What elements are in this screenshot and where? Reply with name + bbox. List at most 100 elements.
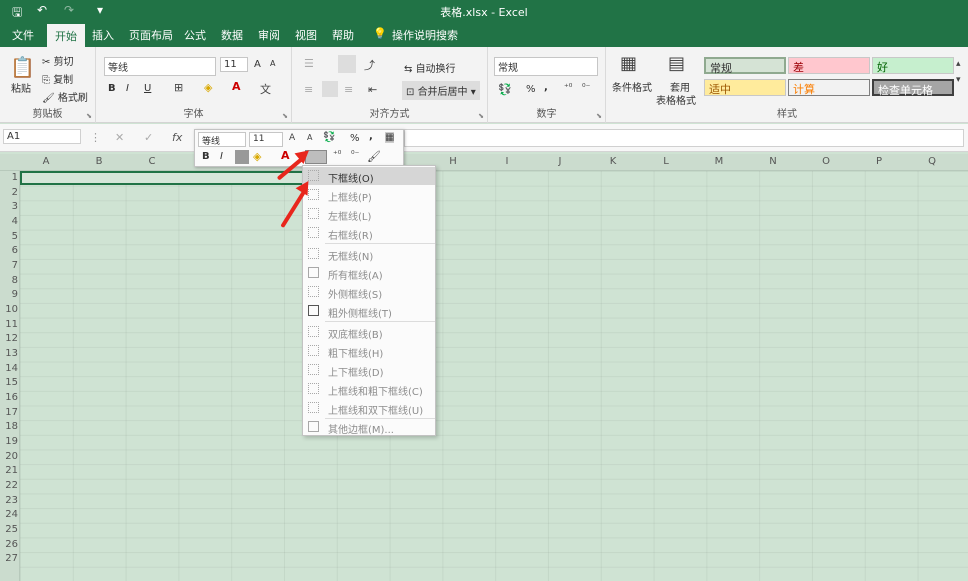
column-header[interactable]: K [603, 156, 623, 167]
column-header[interactable]: B [89, 156, 109, 167]
column-header[interactable]: P [869, 156, 889, 167]
mini-decrease-decimal-icon[interactable]: ⁰⁻ [351, 150, 359, 160]
menu-item-bottom-border[interactable]: 下框线(O) [303, 167, 435, 185]
table-format-icon[interactable]: ▤ [668, 53, 685, 74]
style-good[interactable]: 好 [872, 57, 954, 74]
style-neutral[interactable]: 适中 [704, 79, 786, 96]
align-left-icon[interactable]: ≡ [304, 83, 313, 96]
font-shrink-button[interactable]: A [270, 59, 275, 68]
mini-align-icon[interactable] [235, 150, 249, 164]
row-header[interactable]: 9 [0, 289, 18, 300]
mini-comma-button[interactable]: , [369, 131, 373, 142]
row-header[interactable]: 3 [0, 201, 18, 212]
menu-item-top-thick-bottom-border[interactable]: 上框线和粗下框线(C) [303, 380, 435, 398]
menu-item-top-bottom-border[interactable]: 上下框线(D) [303, 361, 435, 379]
menu-item-right-border[interactable]: 右框线(R) [303, 224, 435, 242]
tab-insert[interactable]: 插入 [92, 27, 114, 43]
align-middle-icon[interactable] [338, 55, 356, 73]
dialog-launcher-icon[interactable]: ⬊ [86, 112, 92, 120]
align-right-icon[interactable]: ≡ [344, 83, 353, 96]
row-header[interactable]: 5 [0, 231, 18, 242]
font-color-icon[interactable]: A [232, 80, 241, 93]
row-header[interactable]: 21 [0, 465, 18, 476]
menu-item-double-bottom-border[interactable]: 双底框线(B) [303, 323, 435, 341]
phonetic-icon[interactable]: 文 [260, 81, 271, 97]
alignment-dialog-launcher-icon[interactable]: ⬊ [478, 112, 484, 120]
mini-italic-button[interactable]: I [220, 151, 223, 162]
mini-currency-icon[interactable]: 💱 [323, 132, 335, 143]
merge-center-button[interactable]: ⊡ 合并后居中 ▾ [402, 81, 480, 100]
conditional-format-button[interactable]: 条件格式 [612, 79, 652, 94]
row-header[interactable]: 18 [0, 421, 18, 432]
column-header[interactable]: H [443, 156, 463, 167]
menu-item-more-borders[interactable]: 其他边框(M)... [303, 418, 435, 436]
mini-font-color-icon[interactable]: A [281, 149, 290, 162]
row-header[interactable]: 2 [0, 187, 18, 198]
mini-size-select[interactable]: 11 [249, 132, 283, 147]
mini-percent-button[interactable]: % [350, 133, 360, 144]
align-center-icon[interactable] [322, 81, 338, 97]
align-top-icon[interactable]: ☰ [304, 57, 314, 70]
italic-button[interactable]: I [126, 83, 129, 94]
style-bad[interactable]: 差 [788, 57, 870, 74]
row-header[interactable]: 4 [0, 216, 18, 227]
mini-bold-button[interactable]: B [202, 151, 210, 162]
menu-item-no-border[interactable]: 无框线(N) [303, 245, 435, 263]
cancel-icon[interactable]: ✕ [115, 131, 124, 144]
row-header[interactable]: 11 [0, 319, 18, 330]
mini-increase-decimal-icon[interactable]: ⁺⁰ [333, 150, 341, 160]
row-header[interactable]: 20 [0, 451, 18, 462]
paste-button[interactable]: 粘贴 [11, 80, 31, 95]
menu-item-left-border[interactable]: 左框线(L) [303, 205, 435, 223]
row-header[interactable]: 22 [0, 480, 18, 491]
column-header[interactable]: C [142, 156, 162, 167]
style-calculation[interactable]: 计算 [788, 79, 870, 96]
tab-data[interactable]: 数据 [221, 27, 243, 43]
number-format-select[interactable]: 常规 [494, 57, 598, 76]
tell-me-search[interactable]: 操作说明搜索 [392, 27, 458, 43]
insert-function-button[interactable]: fx [172, 131, 182, 144]
mini-grow-font-icon[interactable]: A [289, 133, 295, 143]
tab-view[interactable]: 视图 [295, 27, 317, 43]
format-painter-button[interactable]: 🖌 格式刷 [42, 89, 88, 104]
menu-item-top-double-bottom-border[interactable]: 上框线和双下框线(U) [303, 399, 435, 417]
tab-home[interactable]: 开始 [47, 24, 85, 47]
enter-icon[interactable]: ✓ [144, 131, 153, 144]
column-header[interactable]: L [656, 156, 676, 167]
row-header[interactable]: 10 [0, 304, 18, 315]
name-box[interactable]: A1 [3, 129, 81, 144]
underline-button[interactable]: U [144, 83, 151, 94]
mini-format-painter-icon[interactable]: 🖌 [367, 150, 381, 163]
conditional-format-icon[interactable]: ▦ [620, 53, 637, 74]
tab-formulas[interactable]: 公式 [184, 27, 206, 43]
column-header[interactable]: J [550, 156, 570, 167]
formula-input[interactable] [404, 129, 964, 147]
row-header[interactable]: 19 [0, 436, 18, 447]
menu-item-outside-borders[interactable]: 外侧框线(S) [303, 283, 435, 301]
comma-button[interactable]: , [544, 82, 548, 93]
indent-icon[interactable]: ⇤ [368, 83, 377, 96]
number-dialog-launcher-icon[interactable]: ⬊ [596, 112, 602, 120]
column-header[interactable]: Q [922, 156, 942, 167]
row-header[interactable]: 25 [0, 524, 18, 535]
border-icon[interactable]: ⊞ [174, 81, 183, 94]
percent-button[interactable]: % [526, 84, 536, 95]
row-header[interactable]: 12 [0, 333, 18, 344]
row-header[interactable]: 23 [0, 495, 18, 506]
font-name-select[interactable]: 等线 [104, 57, 216, 76]
wrap-text-button[interactable]: ⇆ 自动换行 [404, 60, 456, 75]
font-grow-button[interactable]: A [254, 59, 261, 70]
column-header[interactable]: M [709, 156, 729, 167]
row-header[interactable]: 7 [0, 260, 18, 271]
style-check-cell[interactable]: 检查单元格 [872, 79, 954, 97]
column-header[interactable]: N [763, 156, 783, 167]
tab-review[interactable]: 审阅 [258, 27, 280, 43]
row-header[interactable]: 27 [0, 553, 18, 564]
menu-item-all-borders[interactable]: 所有框线(A) [303, 264, 435, 282]
decrease-decimal-icon[interactable]: ⁰⁻ [582, 83, 590, 93]
styles-scroll-down-icon[interactable]: ▾ [956, 75, 961, 85]
row-header[interactable]: 24 [0, 509, 18, 520]
row-header[interactable]: 6 [0, 245, 18, 256]
bold-button[interactable]: B [108, 83, 116, 94]
row-header[interactable]: 15 [0, 377, 18, 388]
